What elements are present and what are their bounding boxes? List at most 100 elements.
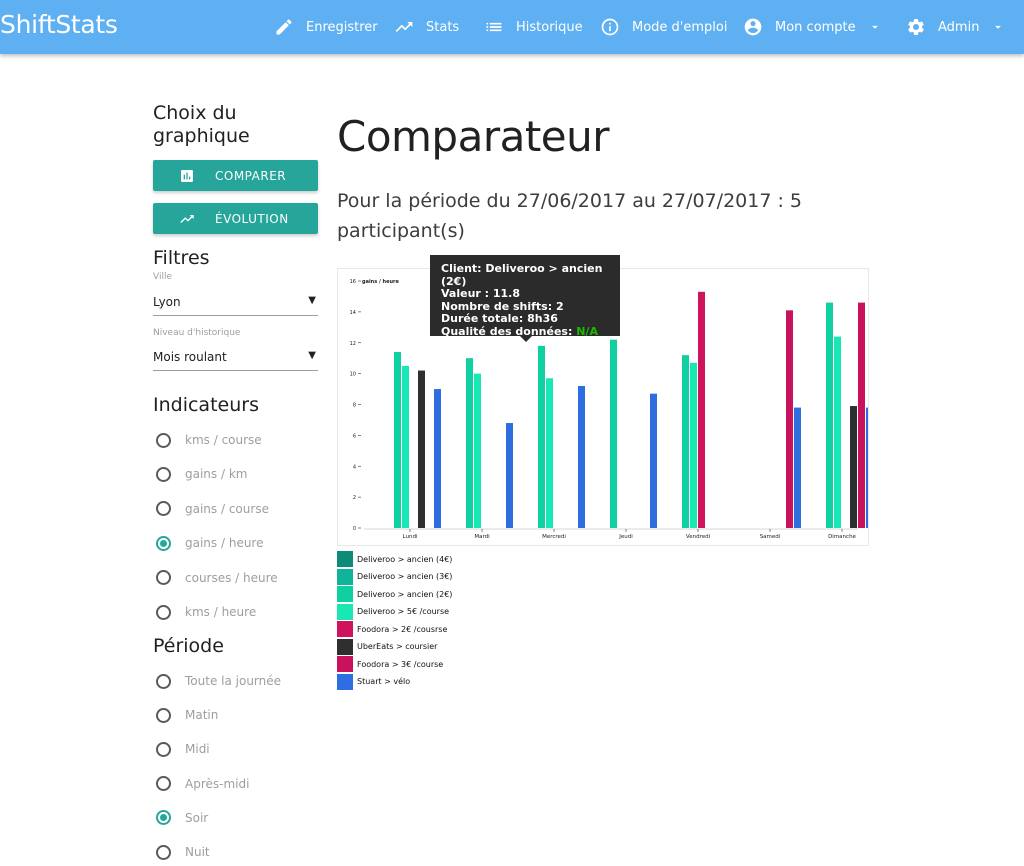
radio-indicateurs-0[interactable]: kms / course [156, 430, 262, 450]
radio-unchecked-icon [156, 501, 171, 517]
radio-label: Après-midi [185, 776, 250, 791]
legend-label: Deliveroo > ancien (4€) [357, 554, 453, 564]
nav-mode-emploi[interactable]: Mode d'emploi [600, 0, 727, 54]
radio-unchecked-icon [156, 673, 171, 689]
caret-down-icon [995, 25, 1002, 29]
pencil-icon [276, 19, 292, 35]
period-subtitle: Pour la période du 27/06/2017 au 27/07/2… [337, 190, 803, 242]
bar[interactable] [418, 370, 425, 528]
bar[interactable] [466, 358, 473, 528]
bar[interactable] [434, 389, 441, 528]
choix-graphique-heading: Choix du graphique [153, 102, 250, 147]
niveau-historique-label: Niveau d'historique [153, 328, 241, 338]
legend-swatch [337, 551, 353, 567]
bar[interactable] [402, 365, 409, 528]
gear-icon [908, 18, 924, 35]
y-axis-label: gains / heure [362, 279, 399, 285]
radio-label: Midi [185, 742, 210, 757]
radio-periodes-3[interactable]: Après-midi [156, 774, 249, 794]
bar[interactable] [866, 407, 868, 528]
radio-periodes-4[interactable]: Soir [156, 808, 208, 828]
x-tick-label: Mercredi [542, 534, 566, 540]
bar[interactable] [538, 345, 545, 528]
nav-enregistrer-label: Enregistrer [306, 19, 378, 35]
bar[interactable] [394, 352, 401, 528]
bar[interactable] [506, 423, 513, 528]
evolution-button[interactable]: ÉVOLUTION [153, 203, 318, 234]
page-title: Comparateur [337, 112, 610, 161]
comparer-button-label: COMPARER [215, 168, 287, 183]
dropdown-arrow-icon: ▼ [308, 350, 316, 361]
legend-swatch [337, 673, 353, 690]
brand-logo[interactable]: ShiftStats [0, 10, 118, 39]
radio-periodes-1[interactable]: Matin [156, 705, 218, 725]
nav-enregistrer[interactable]: Enregistrer [274, 0, 378, 54]
tooltip-qualite-value: N/A [576, 324, 598, 338]
ville-label: Ville [153, 272, 172, 282]
radio-unchecked-icon [156, 466, 171, 482]
bar[interactable] [474, 373, 481, 528]
legend-item[interactable]: Deliveroo > 5€ /course [337, 603, 537, 620]
nav-stats[interactable]: Stats [394, 0, 459, 54]
x-tick-label: Vendredi [686, 534, 711, 540]
radio-label: kms / heure [185, 605, 257, 619]
legend-item[interactable]: Foodora > 3€ /course [337, 656, 537, 672]
periode-heading: Période [153, 635, 224, 657]
radio-indicateurs-3[interactable]: gains / heure [156, 533, 263, 553]
bar[interactable] [858, 302, 865, 528]
radio-indicateurs-2[interactable]: gains / course [156, 499, 269, 519]
y-tick-label: 2 [353, 495, 356, 501]
bar[interactable] [794, 407, 801, 528]
legend-label: Deliveroo > 5€ /course [357, 607, 450, 616]
x-tick-label: Mardi [474, 534, 490, 540]
x-tick-label: Lundi [403, 534, 418, 540]
radio-unchecked-icon [156, 707, 171, 723]
filtres-heading: Filtres [153, 247, 210, 269]
legend-item[interactable]: Deliveroo > ancien (3€) [337, 568, 537, 585]
bar[interactable] [578, 385, 585, 528]
y-tick-label: 8 [353, 403, 356, 409]
legend-item[interactable]: Deliveroo > ancien (4€) [337, 551, 537, 567]
evolution-button-label: ÉVOLUTION [215, 211, 289, 226]
bar[interactable] [690, 362, 697, 528]
legend-label: UberEats > coursier [357, 642, 438, 651]
radio-indicateurs-4[interactable]: courses / heure [156, 568, 278, 588]
bar[interactable] [786, 310, 793, 528]
x-tick-label: Samedi [760, 534, 781, 540]
radio-checked-icon [156, 810, 171, 826]
ville-select-value: Lyon [153, 295, 181, 309]
indicateurs-heading: Indicateurs [153, 394, 259, 416]
radio-unchecked-icon [156, 741, 171, 757]
legend-item[interactable]: Deliveroo > ancien (2€) [337, 586, 537, 602]
legend-label: Stuart > vélo [357, 677, 411, 686]
legend-item[interactable]: Foodora > 2€ /cousrse [337, 621, 537, 637]
bar[interactable] [826, 302, 833, 528]
radio-label: Toute la journée [185, 674, 282, 688]
nav-admin[interactable]: Admin [906, 0, 1005, 54]
nav-mon-compte[interactable]: Mon compte [743, 0, 882, 54]
radio-label: gains / heure [185, 536, 264, 551]
ville-select[interactable]: Lyon ▼ [153, 289, 318, 316]
bar[interactable] [650, 393, 657, 528]
radio-periodes-2[interactable]: Midi [156, 739, 210, 759]
bar[interactable] [610, 339, 617, 528]
bar[interactable] [546, 378, 553, 528]
legend-item[interactable]: UberEats > coursier [337, 638, 537, 655]
dropdown-arrow-icon: ▼ [308, 295, 316, 306]
bar[interactable] [682, 355, 689, 528]
radio-label: gains / course [185, 501, 269, 516]
bar[interactable] [834, 336, 841, 528]
bar[interactable] [850, 406, 857, 528]
radio-periodes-5[interactable]: Nuit [156, 842, 210, 862]
bar[interactable] [698, 291, 705, 528]
comparer-button[interactable]: COMPARER [153, 160, 318, 191]
tooltip-client: Client: Deliveroo > ancien (2€) [441, 262, 603, 288]
tooltip-qualite: Qualité des données: N/A [441, 324, 620, 339]
nav-historique[interactable]: Historique [484, 0, 583, 54]
radio-periodes-0[interactable]: Toute la journée [156, 671, 281, 691]
radio-indicateurs-5[interactable]: kms / heure [156, 602, 256, 622]
radio-indicateurs-1[interactable]: gains / km [156, 464, 247, 484]
legend-item[interactable]: Stuart > vélo [337, 673, 537, 690]
nav-historique-label: Historique [516, 19, 583, 35]
niveau-historique-select[interactable]: Mois roulant ▼ [153, 344, 318, 371]
